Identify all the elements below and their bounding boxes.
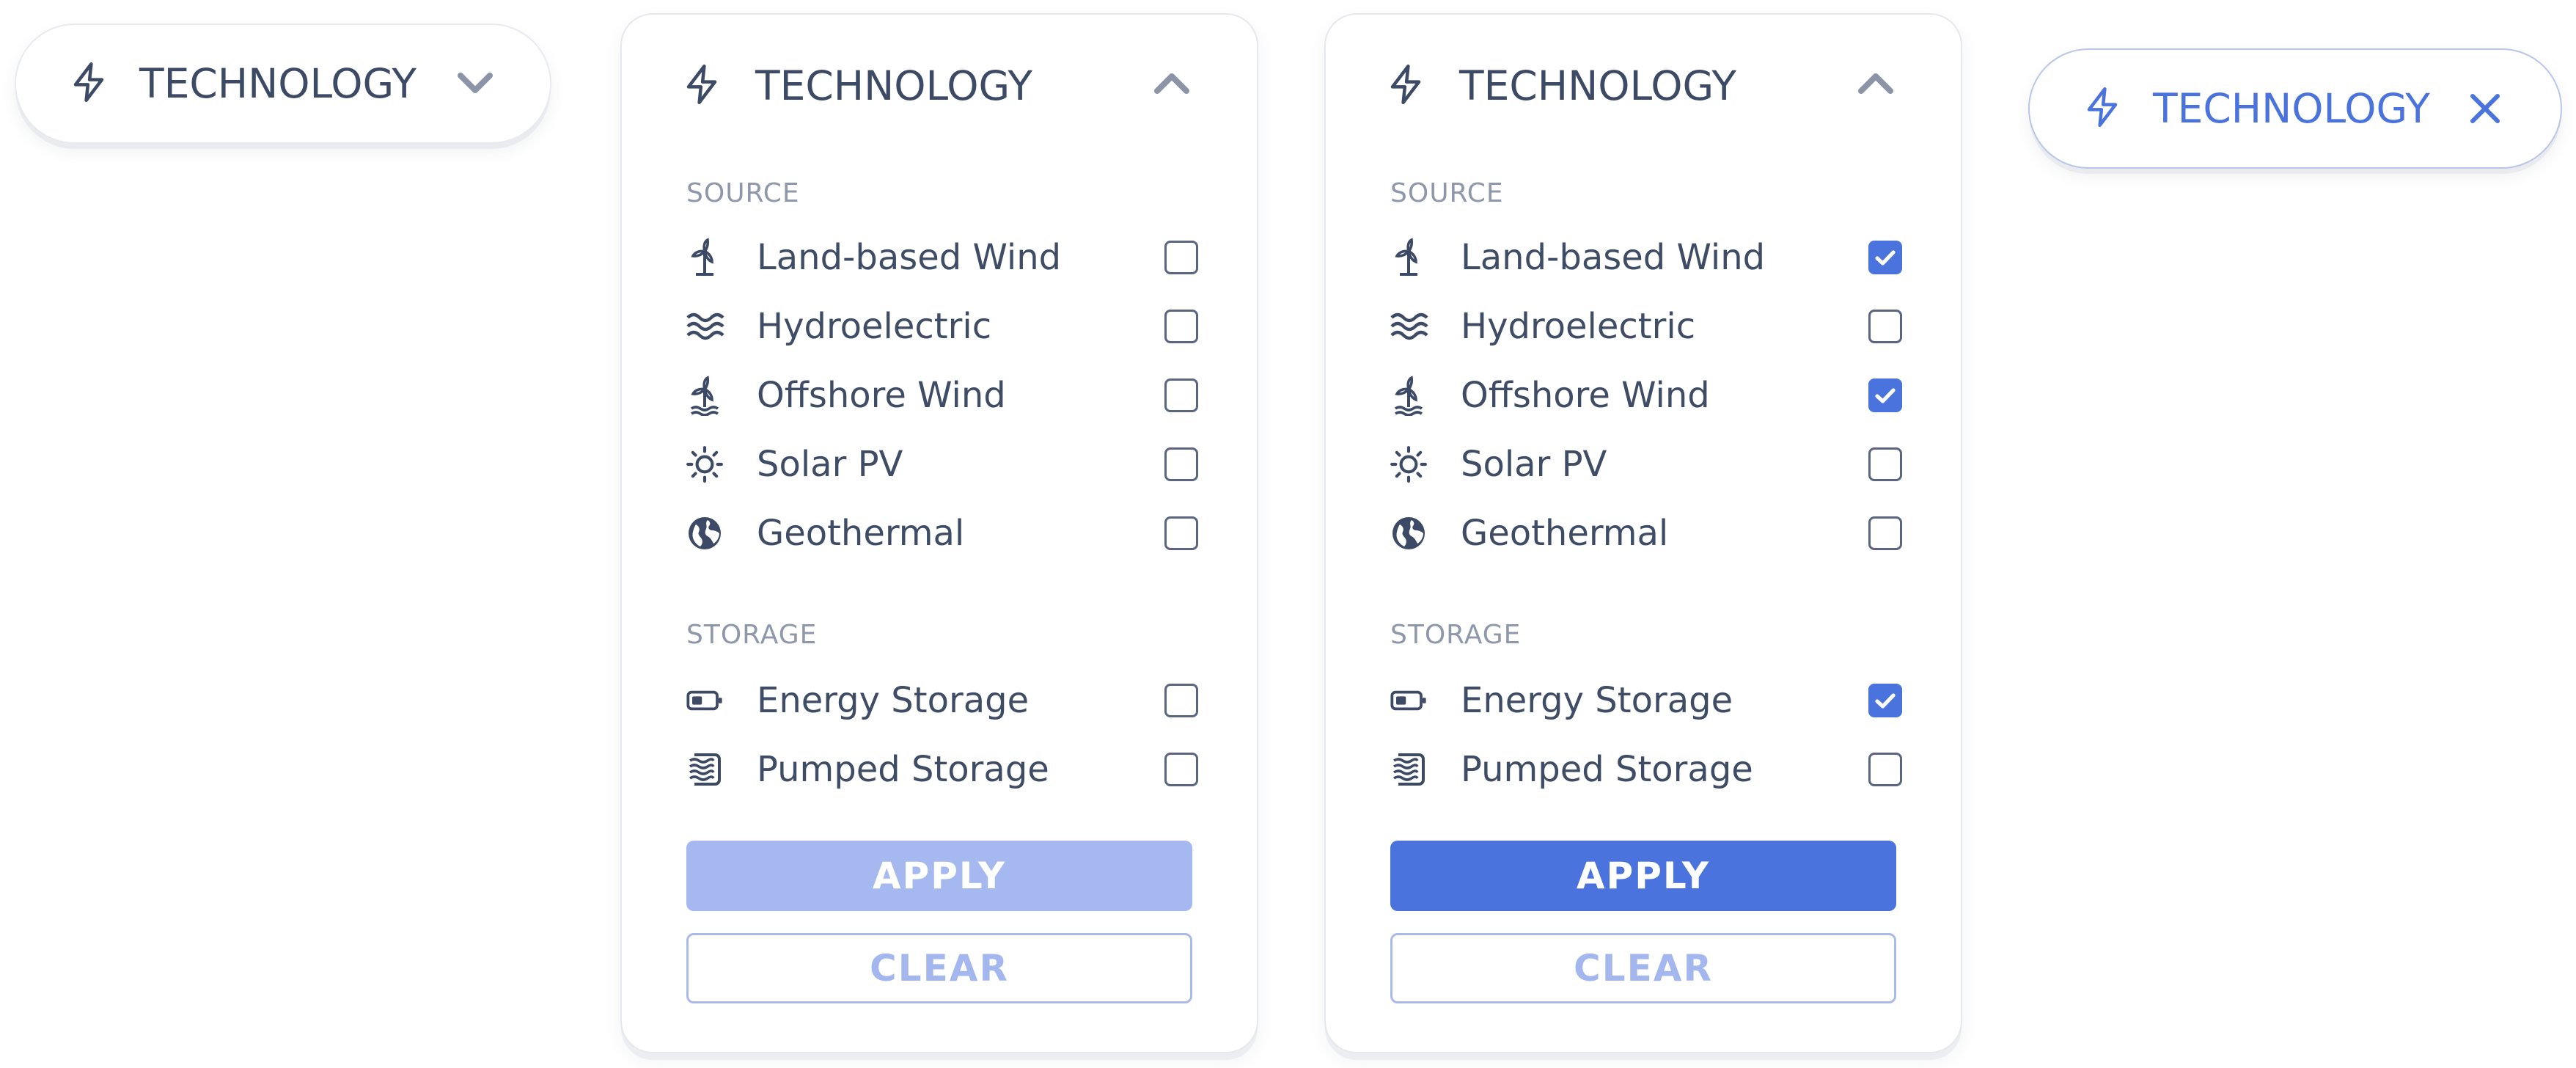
wind-turbine-icon [682, 235, 727, 280]
option-label: Offshore Wind [1461, 375, 1710, 416]
chevron-up-icon[interactable] [1857, 70, 1895, 98]
option-label: Geothermal [1461, 513, 1669, 554]
pumped-storage-icon [1386, 747, 1431, 792]
checkbox[interactable] [1868, 753, 1902, 786]
section-label-storage: STORAGE [1390, 620, 1522, 650]
checkbox[interactable] [1164, 753, 1198, 786]
apply-button[interactable]: APPLY [686, 841, 1192, 911]
option-label: Energy Storage [757, 680, 1030, 721]
panel-title: TECHNOLOGY [755, 62, 1032, 109]
option-geothermal[interactable]: Geothermal [1386, 508, 1904, 559]
clear-button[interactable]: CLEAR [1390, 933, 1896, 1003]
option-label: Offshore Wind [757, 375, 1006, 416]
section-label-source: SOURCE [686, 178, 800, 208]
option-label: Solar PV [757, 444, 903, 485]
checkbox-checked[interactable] [1868, 241, 1902, 274]
lightning-bolt-icon [1386, 62, 1425, 109]
option-land-based-wind[interactable]: Land-based Wind [682, 232, 1200, 283]
option-land-based-wind[interactable]: Land-based Wind [1386, 232, 1904, 283]
clear-button[interactable]: CLEAR [686, 933, 1192, 1003]
checkbox[interactable] [1164, 684, 1198, 717]
option-label: Hydroelectric [757, 306, 992, 347]
option-offshore-wind[interactable]: Offshore Wind [1386, 370, 1904, 421]
offshore-wind-turbine-icon [682, 373, 727, 418]
section-label-storage: STORAGE [686, 620, 818, 650]
option-energy-storage[interactable]: Energy Storage [682, 675, 1200, 726]
technology-dropdown-panel-empty: TECHNOLOGY SOURCE Land-based Wind Hydroe… [620, 13, 1258, 1053]
panel-header[interactable]: TECHNOLOGY [682, 53, 1197, 119]
option-hydroelectric[interactable]: Hydroelectric [1386, 301, 1904, 352]
option-label: Hydroelectric [1461, 306, 1696, 347]
lightning-bolt-icon [682, 62, 722, 109]
checkbox[interactable] [1868, 447, 1902, 481]
option-pumped-storage[interactable]: Pumped Storage [1386, 744, 1904, 795]
checkbox[interactable] [1868, 516, 1902, 550]
checkbox-checked[interactable] [1868, 378, 1902, 412]
option-label: Land-based Wind [1461, 237, 1766, 278]
option-geothermal[interactable]: Geothermal [682, 508, 1200, 559]
chevron-up-icon[interactable] [1153, 70, 1191, 98]
checkbox[interactable] [1164, 447, 1198, 481]
lightning-bolt-icon [2083, 85, 2122, 132]
panel-title: TECHNOLOGY [1459, 62, 1736, 109]
option-offshore-wind[interactable]: Offshore Wind [682, 370, 1200, 421]
option-label: Geothermal [757, 513, 965, 554]
panel-header[interactable]: TECHNOLOGY [1386, 53, 1901, 119]
sun-icon [682, 442, 727, 487]
checkbox[interactable] [1868, 310, 1902, 343]
checkmark-icon [1875, 693, 1896, 709]
option-pumped-storage[interactable]: Pumped Storage [682, 744, 1200, 795]
chevron-down-icon[interactable] [456, 71, 494, 96]
pumped-storage-icon [682, 747, 727, 792]
wind-turbine-icon [1386, 235, 1431, 280]
technology-filter-pill-active[interactable]: TECHNOLOGY [2028, 48, 2562, 169]
option-label: Pumped Storage [757, 749, 1049, 790]
waves-icon [682, 304, 727, 349]
battery-icon [682, 678, 727, 723]
pill-label: TECHNOLOGY [139, 59, 417, 107]
battery-icon [1386, 678, 1431, 723]
checkbox[interactable] [1164, 241, 1198, 274]
lightning-bolt-icon [69, 60, 109, 107]
technology-dropdown-panel-selected: TECHNOLOGY SOURCE Land-based Wind Hydroe… [1324, 13, 1962, 1053]
option-label: Pumped Storage [1461, 749, 1753, 790]
checkbox-checked[interactable] [1868, 684, 1902, 717]
checkmark-icon [1875, 250, 1896, 266]
checkbox[interactable] [1164, 378, 1198, 412]
option-solar-pv[interactable]: Solar PV [682, 439, 1200, 490]
sun-icon [1386, 442, 1431, 487]
checkmark-icon [1875, 388, 1896, 403]
option-label: Solar PV [1461, 444, 1607, 485]
section-label-source: SOURCE [1390, 178, 1504, 208]
option-hydroelectric[interactable]: Hydroelectric [682, 301, 1200, 352]
close-icon[interactable] [2468, 92, 2502, 125]
offshore-wind-turbine-icon [1386, 373, 1431, 418]
apply-button[interactable]: APPLY [1390, 841, 1896, 911]
checkbox[interactable] [1164, 516, 1198, 550]
option-label: Energy Storage [1461, 680, 1733, 721]
option-label: Land-based Wind [757, 237, 1062, 278]
waves-icon [1386, 304, 1431, 349]
option-energy-storage[interactable]: Energy Storage [1386, 675, 1904, 726]
globe-icon [682, 511, 727, 556]
pill-label: TECHNOLOGY [2153, 84, 2430, 132]
option-solar-pv[interactable]: Solar PV [1386, 439, 1904, 490]
technology-filter-pill[interactable]: TECHNOLOGY [15, 23, 551, 144]
checkbox[interactable] [1164, 310, 1198, 343]
globe-icon [1386, 511, 1431, 556]
